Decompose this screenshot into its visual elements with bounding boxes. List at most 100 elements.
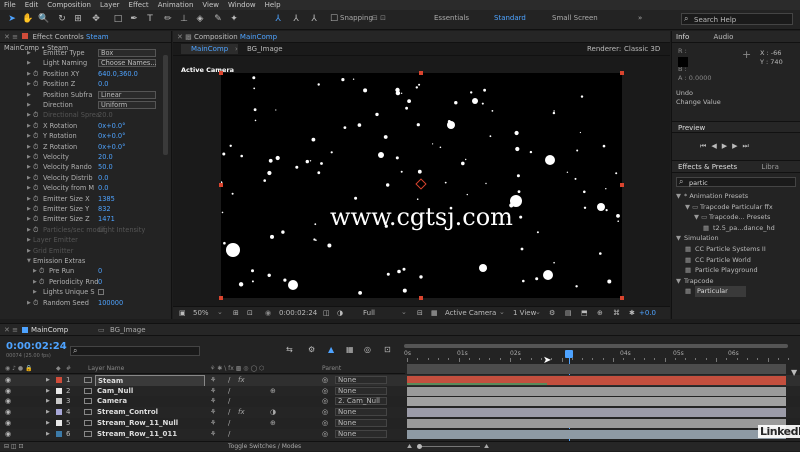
toggle-switches-modes[interactable]: Toggle Switches / Modes bbox=[228, 442, 301, 452]
snapshot-icon[interactable]: ◉ bbox=[265, 309, 271, 317]
property-value[interactable]: 20.0 bbox=[98, 152, 113, 162]
visibility-eye-icon[interactable]: ◉ bbox=[5, 375, 11, 386]
axis-view-icon[interactable]: ⅄ bbox=[308, 13, 320, 25]
shy-switch-icon[interactable]: ⚘ bbox=[210, 396, 216, 407]
stopwatch-icon[interactable]: ⏱ bbox=[33, 225, 38, 235]
effect-switch-icon[interactable]: fx bbox=[238, 375, 245, 386]
parent-header[interactable]: Parent bbox=[322, 364, 341, 374]
timeline-end-marker-icon[interactable]: ▼ bbox=[791, 368, 797, 377]
property-row[interactable]: ▶ Grid Emitter bbox=[0, 246, 170, 256]
property-value[interactable]: 0x+0.0° bbox=[98, 121, 125, 131]
stopwatch-icon[interactable]: ⏱ bbox=[33, 152, 38, 162]
composition-viewer[interactable]: www.cgtsj.com bbox=[219, 71, 624, 300]
exposure-value[interactable]: +0.0 bbox=[639, 309, 656, 317]
parent-dropdown[interactable]: None bbox=[335, 408, 387, 417]
quality-switch-icon[interactable]: / bbox=[228, 375, 230, 386]
property-row[interactable]: ▶ ⏱ Random Seed 100000 bbox=[0, 298, 170, 308]
property-row[interactable]: ▶ ⏱ Position XY 640.0,360.0 bbox=[0, 69, 170, 79]
effects-tree-item[interactable]: ▼ Simulation bbox=[672, 233, 800, 244]
close-timeline-icon[interactable]: ✕ ≡ bbox=[4, 324, 18, 336]
type-tool-icon[interactable]: T bbox=[144, 13, 156, 25]
stopwatch-icon[interactable]: ⏱ bbox=[33, 162, 38, 172]
stopwatch-icon[interactable]: ⏱ bbox=[33, 194, 38, 204]
composition-tab[interactable]: ✕ ▩ Composition MainComp bbox=[173, 31, 670, 43]
menu-layer[interactable]: Layer bbox=[100, 0, 120, 10]
parent-dropdown[interactable]: None bbox=[335, 418, 387, 427]
property-row[interactable]: ▶ ⏱ Emitter Size Y 832 bbox=[0, 204, 170, 214]
timeline-zoom-slider[interactable] bbox=[420, 446, 480, 447]
workspace-menu-icon[interactable]: » bbox=[638, 14, 642, 22]
twirl-closed-icon[interactable]: ▶ bbox=[27, 79, 31, 89]
parent-dropdown[interactable]: 2. Cam_Null bbox=[335, 397, 387, 406]
effects-tree-item[interactable]: ▦ CC Particle World bbox=[672, 255, 800, 266]
property-row[interactable]: ▶ ⏱ Periodicity Rnd 0 bbox=[0, 277, 170, 287]
quality-switch-icon[interactable]: / bbox=[228, 429, 230, 440]
exposure-icon[interactable]: ✱ bbox=[629, 309, 635, 317]
layer-label-swatch[interactable] bbox=[56, 430, 62, 437]
layer-row[interactable]: ◉ ▶ 1 Steam ⚘ / fx ◎ None bbox=[0, 375, 800, 388]
property-value[interactable]: 20.0 bbox=[98, 110, 113, 120]
camera-dropdown-icon[interactable]: ⌄ bbox=[499, 308, 505, 316]
property-value[interactable]: 0 bbox=[98, 266, 102, 276]
pick-whip-icon[interactable]: ◎ bbox=[322, 375, 328, 386]
parent-dropdown[interactable]: None bbox=[335, 429, 387, 438]
property-row[interactable]: ▶ Position Subfra Linear bbox=[0, 90, 170, 100]
layer-label-swatch[interactable] bbox=[56, 387, 62, 394]
twirl-closed-icon[interactable]: ▶ bbox=[27, 204, 31, 214]
layer-twirl-icon[interactable]: ▶ bbox=[46, 396, 50, 407]
twirl-closed-icon[interactable]: ▶ bbox=[27, 162, 31, 172]
twirl-closed-icon[interactable]: ▶ bbox=[27, 235, 31, 245]
effect-controls-tab[interactable]: ✕ ≡ Effect Controls Steam bbox=[0, 31, 171, 43]
property-row[interactable]: ▶ ⏱ Velocity from M 0.0 bbox=[0, 183, 170, 193]
property-row[interactable]: ▶ ⏱ Pre Run 0 bbox=[0, 266, 170, 276]
pick-whip-icon[interactable]: ◎ bbox=[322, 386, 328, 397]
subtab-bg-image[interactable]: BG_Image bbox=[247, 45, 283, 53]
property-value[interactable]: 50.0 bbox=[98, 162, 113, 172]
views-value[interactable]: 1 View bbox=[513, 309, 536, 317]
workspace-small-screen[interactable]: Small Screen bbox=[552, 14, 598, 22]
bounding-handle-tc[interactable] bbox=[419, 71, 423, 75]
menu-help[interactable]: Help bbox=[265, 0, 281, 10]
property-value[interactable]: 1471 bbox=[98, 214, 115, 224]
effects-tree-item[interactable]: ▼ Trapcode bbox=[672, 276, 800, 287]
twirl-closed-icon[interactable]: ▶ bbox=[33, 266, 37, 276]
3d-layer-icon[interactable]: ⊕ bbox=[270, 386, 276, 397]
preview-tab[interactable]: Preview bbox=[672, 121, 800, 133]
snap-options-icon[interactable]: ⊟ ⊡ bbox=[372, 14, 386, 22]
zoom-in-icon[interactable]: ⛰ bbox=[484, 442, 489, 452]
layer-name[interactable]: Cam_Null bbox=[97, 386, 133, 397]
property-value[interactable]: 0 bbox=[98, 277, 102, 287]
zoom-value[interactable]: 50% bbox=[193, 309, 209, 317]
workspace-essentials[interactable]: Essentials bbox=[434, 14, 469, 22]
twirl-closed-icon[interactable]: ▶ bbox=[27, 58, 31, 68]
subtab-maincomp[interactable]: MainComp bbox=[181, 44, 239, 54]
layer-duration-bar[interactable] bbox=[407, 397, 786, 407]
roto-tool-icon[interactable]: ✎ bbox=[212, 13, 224, 25]
pick-whip-icon[interactable]: ◎ bbox=[322, 418, 328, 429]
pick-whip-icon[interactable]: ◎ bbox=[322, 396, 328, 407]
stopwatch-icon[interactable]: ⏱ bbox=[33, 214, 38, 224]
effects-tree-item[interactable]: ▼ ▭ Trapcode Particular ffx bbox=[672, 202, 800, 213]
stopwatch-icon[interactable]: ⏱ bbox=[33, 121, 38, 131]
selection-tool-icon[interactable]: ➤ bbox=[6, 13, 18, 25]
effects-presets-tab[interactable]: Effects & Presets Libra bbox=[672, 160, 800, 173]
layer-label-swatch[interactable] bbox=[56, 409, 62, 416]
property-value[interactable]: Light Intensity bbox=[98, 225, 145, 235]
effects-search-input[interactable]: ⌕ partic bbox=[676, 177, 796, 187]
property-row[interactable]: ▶ Lights Unique S bbox=[0, 287, 170, 297]
effect-switch-icon[interactable]: fx bbox=[238, 407, 245, 418]
menu-edit[interactable]: Edit bbox=[25, 0, 39, 10]
property-value[interactable]: 0.0 bbox=[98, 79, 109, 89]
effects-tree-item[interactable]: ▦ Particle Playground bbox=[672, 265, 800, 276]
layer-row[interactable]: ◉ ▶ 4 Stream_Control ⚘ / fx ◑ ◎ None bbox=[0, 407, 800, 418]
rotate-tool-icon[interactable]: ↻ bbox=[56, 13, 68, 25]
footer-toggle-icons[interactable]: ⊟ ◫ ⊡ bbox=[4, 442, 24, 452]
twirl-closed-icon[interactable]: ▶ bbox=[27, 173, 31, 183]
current-time-indicator[interactable] bbox=[565, 350, 573, 358]
fast-preview-icon[interactable]: ⚙ bbox=[549, 309, 555, 317]
property-dropdown[interactable]: Box bbox=[98, 49, 156, 57]
zoom-slider-knob[interactable] bbox=[417, 444, 422, 449]
stopwatch-icon[interactable]: ⏱ bbox=[39, 277, 44, 287]
info-tab[interactable]: Info Audio bbox=[672, 31, 800, 43]
property-value[interactable]: 0x+0.0° bbox=[98, 131, 125, 141]
